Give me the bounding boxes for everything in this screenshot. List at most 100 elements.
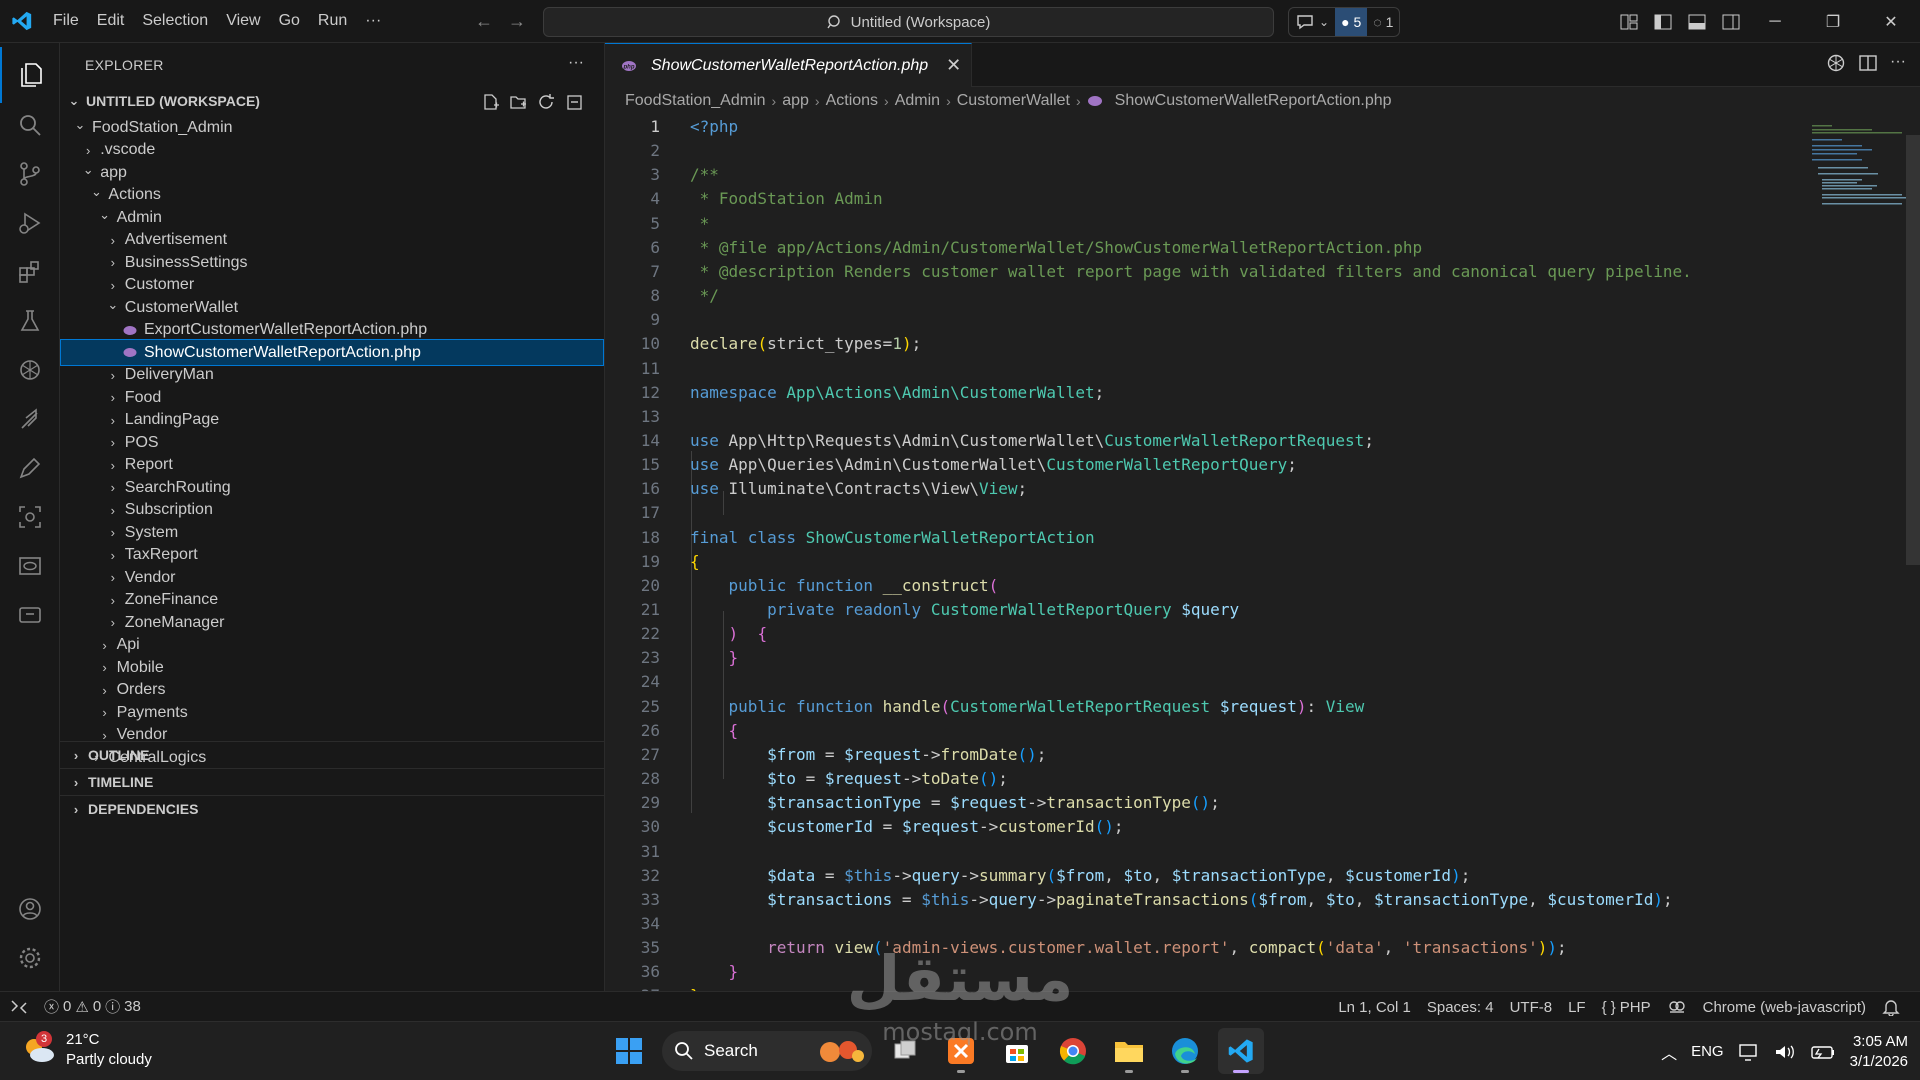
cursor-position[interactable]: Ln 1, Col 1 [1330,992,1419,1022]
split-editor-icon[interactable] [1858,53,1878,73]
openai-icon[interactable] [0,342,60,398]
more-actions-icon[interactable]: ··· [568,54,584,72]
toggle-secondary-sidebar-icon[interactable] [1718,9,1744,35]
copilot-agents-badge[interactable]: ● 5 [1335,8,1368,36]
taskbar-search[interactable]: Search [662,1031,872,1071]
toggle-primary-sidebar-icon[interactable] [1650,9,1676,35]
code-token: $data [767,865,816,885]
line-number: 23 [640,648,660,668]
end-of-line[interactable]: LF [1560,992,1594,1022]
problems-indicator[interactable]: ⓧ 0 ⚠ 0 ⓘ 38 [36,992,149,1022]
vscode-taskbar-icon[interactable] [1218,1028,1264,1074]
breadcrumb-item[interactable]: CustomerWallet [957,92,1070,110]
debug-target[interactable]: Chrome (web-javascript) [1695,992,1874,1022]
extensions-icon[interactable] [0,244,60,300]
tab-show-customer-wallet-report[interactable]: php ShowCustomerWalletReportAction.php ✕ [605,43,973,87]
code-token: $request [901,817,979,837]
remote-explorer-icon[interactable] [0,587,60,643]
copilot-status[interactable] [1659,992,1695,1022]
volume-icon[interactable] [1774,1043,1796,1061]
close-tab-icon[interactable]: ✕ [946,55,961,76]
editor-more-icon[interactable]: ··· [1890,53,1906,73]
chevron-right-icon: › [1075,93,1081,109]
battery-icon[interactable] [1810,1043,1836,1061]
chevron-right-icon: › [110,435,115,450]
line-number: 4 [650,189,660,209]
code-editor[interactable]: 1 <?php 2 3/** 4 * FoodStation Admin 5 * 6 * @… [605,115,1920,1005]
language-mode[interactable]: { } PHP [1594,992,1659,1022]
menu-more[interactable]: ··· [356,6,390,36]
accounts-icon[interactable] [0,881,60,937]
workspace-header[interactable]: ⌄ UNTITLED (WORKSPACE) [60,88,605,114]
line-number: 19 [640,551,660,571]
scan-icon[interactable] [0,489,60,545]
file-explorer-icon[interactable] [1106,1028,1152,1074]
menu-view[interactable]: View [217,6,269,36]
copilot-chat-button[interactable]: ⌄ [1289,8,1335,36]
code-token: query [911,865,960,885]
outline-panel-header[interactable]: › OUTLINE [60,741,605,768]
dependencies-label: DEPENDENCIES [88,801,199,817]
pen-icon[interactable] [0,440,60,496]
openai-icon[interactable] [1826,53,1846,73]
tree-item-label: TaxReport [124,546,198,563]
testing-icon[interactable] [0,293,60,349]
windows-start-icon[interactable] [606,1028,652,1074]
code-token: $request [1219,696,1297,716]
chevron-down-icon[interactable]: ⌄ [1319,15,1329,29]
new-file-icon[interactable] [481,93,499,111]
menu-edit[interactable]: Edit [88,6,134,36]
chevron-up-icon[interactable]: ︿ [1661,1040,1677,1064]
minimap[interactable] [1810,115,1906,235]
input-language[interactable]: ENG [1691,1043,1724,1060]
clock[interactable]: 3:05 AM 3/1/2026 [1850,1032,1908,1072]
breadcrumb-item[interactable]: ShowCustomerWalletReportAction.php [1115,92,1392,110]
line-number: 35 [640,938,660,958]
vertical-scrollbar[interactable] [1906,115,1920,991]
menu-run[interactable]: Run [309,6,356,36]
indentation[interactable]: Spaces: 4 [1419,992,1502,1022]
preview-icon[interactable] [0,538,60,594]
chrome-icon[interactable] [1050,1028,1096,1074]
customize-layout-icon[interactable] [1616,9,1642,35]
close-window-icon[interactable]: ✕ [1862,0,1920,43]
explorer-icon[interactable] [0,47,60,103]
restore-icon[interactable]: ❐ [1804,0,1862,43]
timeline-panel-header[interactable]: › TIMELINE [60,768,605,795]
minimize-icon[interactable]: ─ [1746,0,1804,43]
remote-indicator[interactable] [0,992,36,1022]
menu-file[interactable]: File [44,6,88,36]
collapse-all-icon[interactable] [565,93,583,111]
new-folder-icon[interactable] [509,93,527,111]
forward-arrow-icon[interactable]: → [503,8,531,34]
run-debug-icon[interactable] [0,195,60,251]
breadcrumb-item[interactable]: FoodStation_Admin [625,92,766,110]
weather-widget[interactable]: 3 21°C Partly cloudy [22,1030,152,1070]
tree-item-label: .vscode [100,141,156,158]
breadcrumb-item[interactable]: Admin [895,92,940,110]
notifications-bell-icon[interactable] [1874,992,1908,1022]
code-token: = [815,865,845,885]
title-bar: File Edit Selection View Go Run ··· ← → … [0,0,1920,43]
feather-icon[interactable] [0,391,60,447]
breadcrumb-item[interactable]: app [782,92,809,110]
menu-go[interactable]: Go [270,6,309,36]
task-view-icon[interactable] [882,1028,928,1074]
breadcrumb-item[interactable]: Actions [826,92,878,110]
copilot-sessions-badge[interactable]: ◌ 1 [1367,8,1399,36]
search-icon[interactable] [0,97,60,153]
encoding[interactable]: UTF-8 [1502,992,1561,1022]
xampp-icon[interactable] [938,1028,984,1074]
settings-gear-icon[interactable] [0,930,60,986]
back-arrow-icon[interactable]: ← [470,8,498,34]
microsoft-store-icon[interactable] [994,1028,1040,1074]
command-center[interactable]: Untitled (Workspace) [543,7,1274,37]
network-icon[interactable] [1738,1043,1760,1061]
refresh-icon[interactable] [537,93,555,111]
source-control-icon[interactable] [0,146,60,202]
scroll-thumb[interactable] [1906,135,1920,565]
toggle-panel-icon[interactable] [1684,9,1710,35]
dependencies-panel-header[interactable]: › DEPENDENCIES [60,795,605,822]
menu-selection[interactable]: Selection [133,6,217,36]
edge-icon[interactable] [1162,1028,1208,1074]
